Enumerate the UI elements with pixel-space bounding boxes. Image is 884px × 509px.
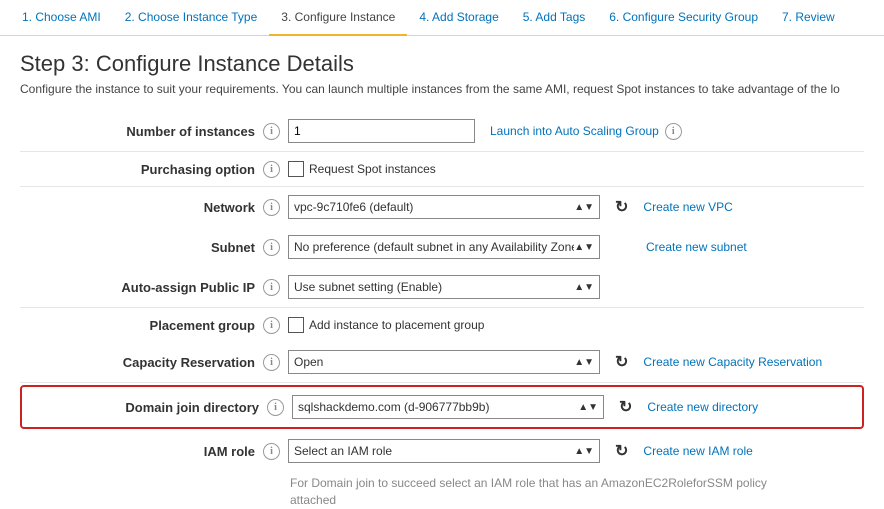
tab-add-tags[interactable]: 5. Add Tags xyxy=(511,0,598,35)
iam-role-select[interactable]: Select an IAM role ▲▼ xyxy=(288,439,600,463)
label-number-of-instances: Number of instances xyxy=(20,124,263,139)
info-icon[interactable]: i xyxy=(263,161,280,178)
refresh-icon[interactable]: ↻ xyxy=(615,197,628,217)
tab-choose-ami[interactable]: 1. Choose AMI xyxy=(10,0,113,35)
create-directory-link[interactable]: Create new directory xyxy=(647,400,758,414)
request-spot-label: Request Spot instances xyxy=(309,162,436,176)
tab-add-storage[interactable]: 4. Add Storage xyxy=(407,0,510,35)
info-icon[interactable]: i xyxy=(263,199,280,216)
tab-configure-security-group[interactable]: 6. Configure Security Group xyxy=(597,0,770,35)
create-capacity-reservation-link[interactable]: Create new Capacity Reservation xyxy=(643,355,822,369)
info-icon[interactable]: i xyxy=(263,239,280,256)
capacity-reservation-select[interactable]: Open ▲▼ xyxy=(288,350,600,374)
chevron-down-icon: ▲▼ xyxy=(574,282,594,293)
page-description: Configure the instance to suit your requ… xyxy=(20,82,864,96)
info-icon[interactable]: i xyxy=(267,399,284,416)
network-select-value: vpc-9c710fe6 (default) xyxy=(294,200,413,214)
wizard-tabs: 1. Choose AMI 2. Choose Instance Type 3.… xyxy=(0,0,884,36)
domain-join-value: sqlshackdemo.com (d-906777bb9b) xyxy=(298,400,489,414)
auto-assign-ip-value: Use subnet setting (Enable) xyxy=(294,280,442,294)
placement-group-checkbox[interactable] xyxy=(288,317,304,333)
chevron-down-icon: ▲▼ xyxy=(574,202,594,213)
chevron-down-icon: ▲▼ xyxy=(578,402,598,413)
request-spot-checkbox[interactable] xyxy=(288,161,304,177)
label-subnet: Subnet xyxy=(20,240,263,255)
launch-asg-link[interactable]: Launch into Auto Scaling Group xyxy=(490,124,659,138)
info-icon[interactable]: i xyxy=(263,123,280,140)
chevron-down-icon: ▲▼ xyxy=(574,242,594,253)
label-capacity-reservation: Capacity Reservation xyxy=(20,355,263,370)
number-of-instances-input[interactable] xyxy=(288,119,475,143)
chevron-down-icon: ▲▼ xyxy=(574,446,594,457)
info-icon[interactable]: i xyxy=(263,354,280,371)
subnet-select[interactable]: No preference (default subnet in any Ava… xyxy=(288,235,600,259)
iam-role-value: Select an IAM role xyxy=(294,444,392,458)
refresh-icon[interactable]: ↻ xyxy=(615,441,628,461)
label-placement-group: Placement group xyxy=(20,318,263,333)
create-iam-role-link[interactable]: Create new IAM role xyxy=(643,444,752,458)
label-purchasing-option: Purchasing option xyxy=(20,162,263,177)
label-auto-assign-ip: Auto-assign Public IP xyxy=(20,280,263,295)
refresh-icon[interactable]: ↻ xyxy=(615,352,628,372)
tab-review[interactable]: 7. Review xyxy=(770,0,847,35)
capacity-reservation-value: Open xyxy=(294,355,323,369)
info-icon[interactable]: i xyxy=(263,443,280,460)
create-subnet-link[interactable]: Create new subnet xyxy=(646,240,747,254)
iam-role-hint: For Domain join to succeed select an IAM… xyxy=(290,475,864,509)
domain-join-highlight: Domain join directory i sqlshackdemo.com… xyxy=(20,385,864,429)
label-network: Network xyxy=(20,200,263,215)
subnet-select-value: No preference (default subnet in any Ava… xyxy=(294,240,574,254)
label-domain-join: Domain join directory xyxy=(24,400,267,415)
page-title: Step 3: Configure Instance Details xyxy=(20,51,864,77)
info-icon[interactable]: i xyxy=(263,279,280,296)
info-icon[interactable]: i xyxy=(263,317,280,334)
domain-join-select[interactable]: sqlshackdemo.com (d-906777bb9b) ▲▼ xyxy=(292,395,604,419)
auto-assign-ip-select[interactable]: Use subnet setting (Enable) ▲▼ xyxy=(288,275,600,299)
tab-choose-instance-type[interactable]: 2. Choose Instance Type xyxy=(113,0,270,35)
refresh-icon[interactable]: ↻ xyxy=(619,397,632,417)
label-iam-role: IAM role xyxy=(20,444,263,459)
placement-group-label: Add instance to placement group xyxy=(309,318,484,332)
info-icon[interactable]: i xyxy=(665,123,682,140)
tab-configure-instance[interactable]: 3. Configure Instance xyxy=(269,0,407,36)
create-vpc-link[interactable]: Create new VPC xyxy=(643,200,732,214)
chevron-down-icon: ▲▼ xyxy=(574,357,594,368)
network-select[interactable]: vpc-9c710fe6 (default) ▲▼ xyxy=(288,195,600,219)
